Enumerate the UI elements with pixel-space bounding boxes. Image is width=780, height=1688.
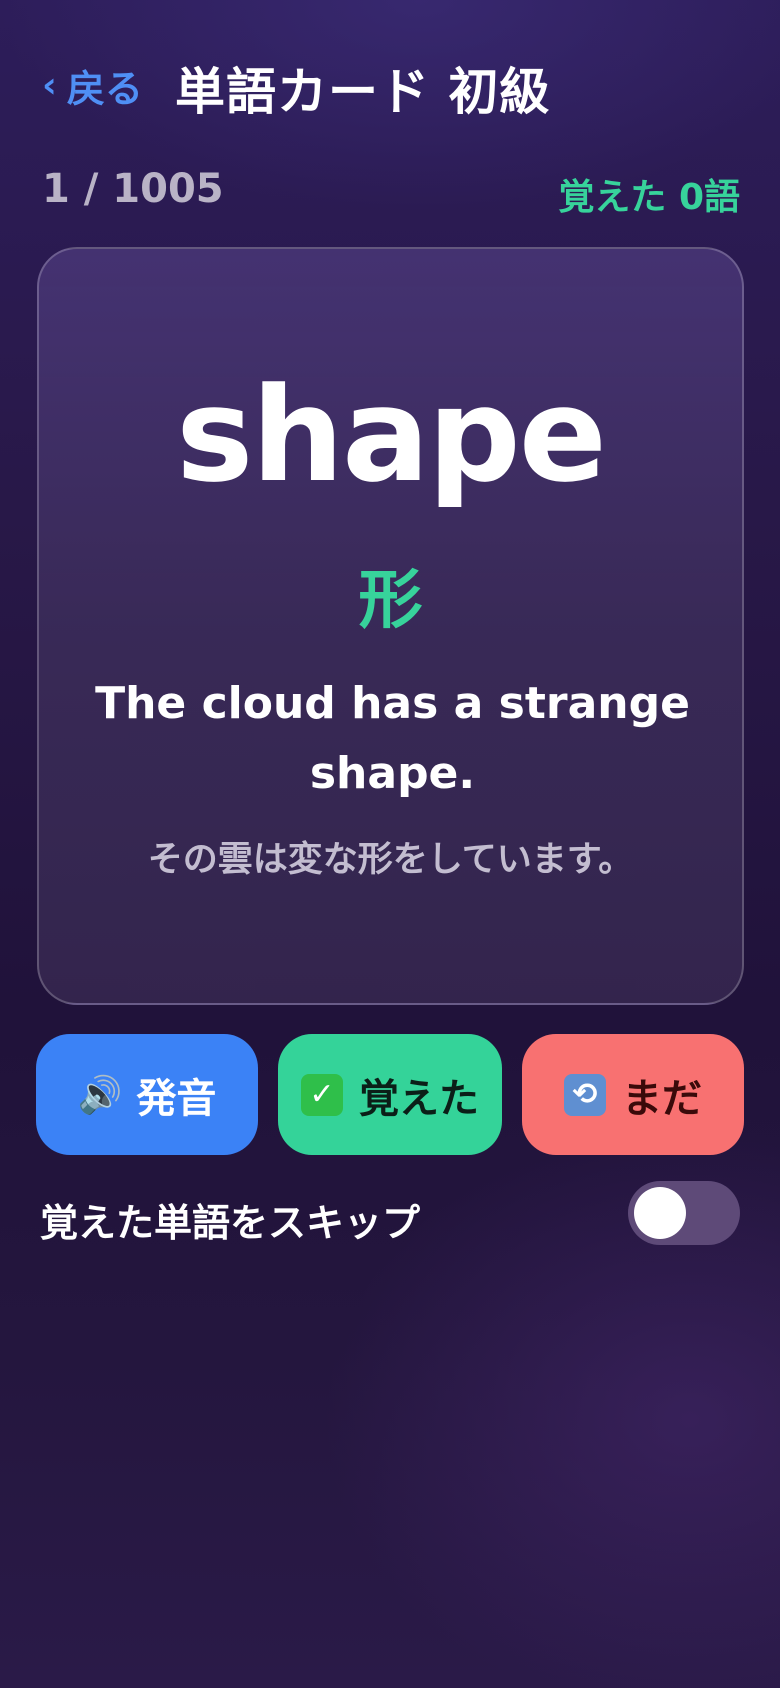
toggle-knob bbox=[634, 1187, 686, 1239]
speaker-icon: 🔊 bbox=[77, 1074, 123, 1116]
back-button[interactable]: ‹ 戻る bbox=[42, 58, 143, 113]
skip-learned-label: 覚えた単語をスキップ bbox=[40, 1201, 421, 1245]
back-label: 戻る bbox=[66, 67, 143, 111]
skip-learned-toggle[interactable] bbox=[628, 1181, 740, 1245]
card-word: shape bbox=[176, 359, 607, 511]
flashcard[interactable]: shape 形 The cloud has a strange shape. そ… bbox=[37, 247, 744, 1005]
header: ‹ 戻る 単語カード 初級 bbox=[0, 0, 780, 175]
card-example-translation: その雲は変な形をしています。 bbox=[147, 840, 634, 880]
learned-label: 覚えた bbox=[359, 1075, 479, 1122]
not-yet-button[interactable]: ⟲ まだ bbox=[522, 1034, 744, 1155]
chevron-left-icon: ‹ bbox=[42, 64, 57, 106]
speak-label: 発音 bbox=[136, 1075, 217, 1122]
learned-button[interactable]: ✓ 覚えた bbox=[278, 1034, 502, 1155]
repeat-icon: ⟲ bbox=[564, 1073, 606, 1116]
speak-button[interactable]: 🔊 発音 bbox=[36, 1034, 258, 1155]
not-yet-label: まだ bbox=[622, 1075, 702, 1122]
check-icon: ✓ bbox=[301, 1073, 343, 1116]
page-title: 単語カード 初級 bbox=[175, 63, 551, 121]
learned-count: 覚えた 0語 bbox=[558, 177, 740, 218]
card-example-sentence: The cloud has a strange shape. bbox=[95, 678, 690, 799]
card-counter: 1 / 1005 bbox=[42, 166, 224, 212]
card-meaning: 形 bbox=[358, 564, 423, 638]
